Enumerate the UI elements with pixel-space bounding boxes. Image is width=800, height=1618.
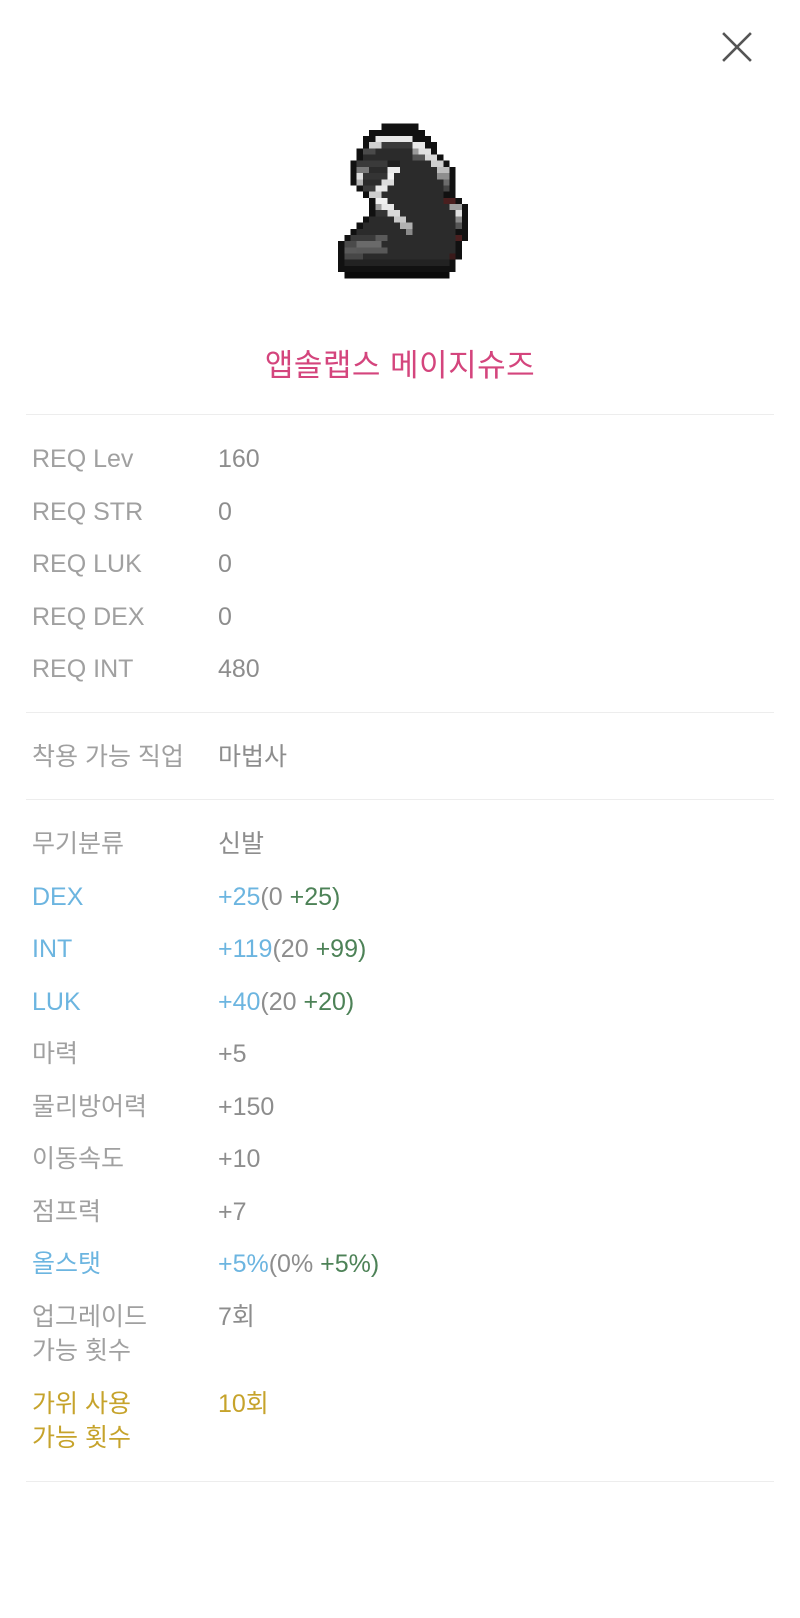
stat-row: 이동속도 +10 [0, 1133, 800, 1186]
stat-label: REQ Lev [32, 445, 134, 473]
stat-value-bonus: +25) [289, 882, 341, 911]
section-requirements: REQ Lev 160 REQ STR 0 REQ LUK 0 REQ DEX 0 REQ IN… [0, 415, 800, 712]
stat-label: REQ STR [32, 497, 144, 526]
stat-value: +119(20 +99) [218, 932, 800, 967]
stat-row: 가위 사용 가능 횟수 10회 [0, 1378, 800, 1465]
stat-value-baseline: (0% [268, 1250, 321, 1278]
stat-row: 업그레이드 가능 횟수 7회 [0, 1291, 800, 1378]
stat-label: 이동속도 [32, 1145, 125, 1173]
stat-value: 480 [218, 655, 260, 683]
item-detail-modal: 앱솔랩스 메이지슈즈 REQ Lev 160 REQ STR 0 REQ LUK 0 REQ… [0, 0, 800, 1618]
stat-value-bonus: +5%) [320, 1250, 380, 1278]
stat-label: 가위 사용 가능 횟수 [32, 1389, 131, 1453]
stat-value: +5%(0% +5%) [218, 1247, 800, 1282]
item-image [0, 96, 800, 311]
stat-row: 무기분류 신발 [0, 818, 800, 871]
stat-value-baseline: (0 [260, 882, 290, 911]
stat-value-baseline: (20 [260, 987, 304, 1016]
stat-label: 물리방어력 [32, 1092, 148, 1121]
stat-row: 점프력 +7 [0, 1186, 800, 1239]
close-icon[interactable] [710, 20, 764, 74]
stat-value: 7회 [218, 1302, 255, 1331]
stat-value: +150 [218, 1092, 275, 1121]
stat-value: 0 [218, 550, 232, 578]
stat-value: +5 [218, 1040, 247, 1068]
stat-row: 착용 가능 직업 마법사 [0, 731, 800, 784]
stat-value: 신발 [218, 830, 265, 858]
item-sprite-boots-icon [338, 123, 469, 278]
stat-row: INT +119(20 +99) [0, 923, 800, 976]
stat-row: 마력 +5 [0, 1028, 800, 1081]
stat-row: 올스탯 +5%(0% +5%) [0, 1238, 800, 1291]
stat-value: 0 [218, 602, 232, 631]
stat-label: 무기분류 [32, 830, 125, 858]
stat-label: LUK [32, 987, 81, 1016]
item-name: 앱솔랩스 메이지슈즈 [264, 348, 536, 383]
stat-label: REQ DEX [32, 602, 145, 631]
stat-value: +40(20 +20) [218, 985, 800, 1020]
stat-label: REQ INT [32, 655, 134, 683]
stat-label: 업그레이드 가능 횟수 [32, 1302, 148, 1366]
section-stats: 무기분류 신발 DEX +25(0 +25) INT +119(20 +99) LUK +40… [0, 800, 800, 1481]
stat-label: 착용 가능 직업 [32, 742, 184, 771]
stat-row: LUK +40(20 +20) [0, 976, 800, 1029]
stat-row: DEX +25(0 +25) [0, 871, 800, 924]
stat-row: REQ LUK 0 [0, 538, 800, 591]
stat-value-base: +40 [218, 987, 261, 1016]
stat-value-bonus: +99) [315, 935, 367, 963]
stat-label: INT [32, 935, 73, 963]
stat-value-bonus: +20) [303, 987, 355, 1016]
stat-row: REQ STR 0 [0, 486, 800, 539]
close-x-glyph [722, 32, 752, 62]
stat-row: REQ INT 480 [0, 643, 800, 696]
stat-value-base: +5% [218, 1250, 269, 1278]
stat-value-base: +25 [218, 882, 261, 911]
stat-value: 10회 [218, 1389, 269, 1418]
stat-value: +7 [218, 1197, 247, 1226]
stat-value: 0 [218, 497, 232, 526]
stat-value: +10 [218, 1145, 261, 1173]
stat-label: DEX [32, 882, 84, 911]
stat-label: 마력 [32, 1040, 79, 1068]
stat-label: 올스탯 [32, 1250, 102, 1278]
stat-row: REQ DEX 0 [0, 591, 800, 644]
stat-row: REQ Lev 160 [0, 433, 800, 486]
stat-value-baseline: (20 [272, 935, 316, 963]
stat-row: 물리방어력 +150 [0, 1081, 800, 1134]
stat-value: 마법사 [218, 742, 288, 771]
section-job: 착용 가능 직업 마법사 [0, 713, 800, 800]
item-detail-body: REQ Lev 160 REQ STR 0 REQ LUK 0 REQ DEX 0 REQ IN… [0, 414, 800, 1482]
stat-label: REQ LUK [32, 550, 142, 578]
stat-value-base: +119 [218, 935, 273, 963]
stat-label: 점프력 [32, 1197, 102, 1226]
stat-value: 160 [218, 445, 260, 473]
stat-value: +25(0 +25) [218, 880, 800, 915]
section-divider [26, 1480, 774, 1482]
